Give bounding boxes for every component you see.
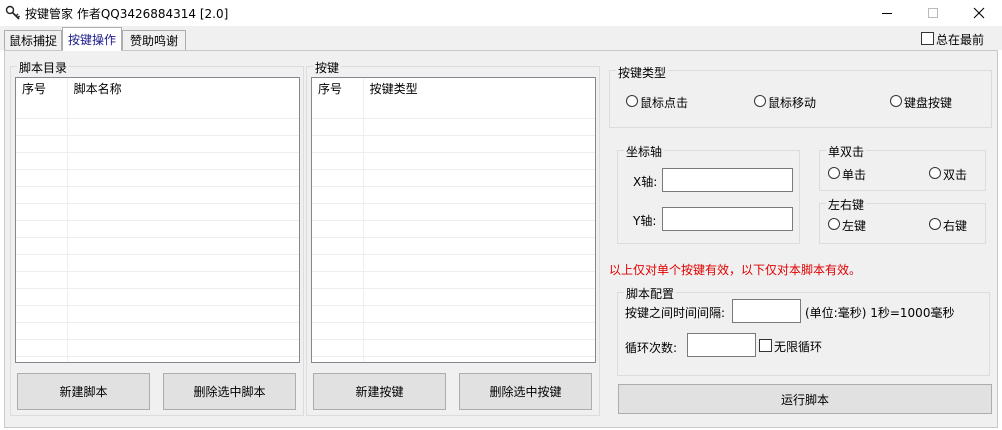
maximize-button[interactable] — [910, 0, 956, 26]
radio-right-button[interactable] — [929, 218, 941, 230]
key-app-icon — [5, 5, 21, 21]
new-script-button[interactable]: 新建脚本 — [17, 373, 150, 410]
radio-single-click-label: 单击 — [842, 168, 867, 182]
y-axis-label: Y轴: — [633, 214, 657, 228]
close-icon — [973, 7, 985, 19]
new-key-button[interactable]: 新建按键 — [313, 373, 446, 410]
interval-unit-label: (单位:毫秒) 1秒=1000毫秒 — [805, 306, 955, 320]
radio-mouse-click[interactable] — [626, 95, 638, 107]
radio-single-click[interactable] — [828, 167, 840, 179]
radio-double-click[interactable] — [929, 167, 941, 179]
y-axis-input[interactable] — [662, 207, 793, 231]
key-type-title: 按键类型 — [616, 64, 669, 81]
column-header-key-type[interactable]: 按键类型 — [364, 78, 595, 102]
minimize-icon — [882, 13, 892, 14]
scope-notice: 以上仅对单个按键有效，以下仅对本脚本有效。 — [609, 263, 862, 277]
coordinates-title: 坐标轴 — [624, 143, 665, 160]
window-title: 按键管家 作者QQ3426884314 [2.0] — [25, 7, 229, 21]
column-divider — [363, 78, 364, 362]
script-list-rows — [16, 102, 299, 362]
radio-right-button-label: 右键 — [943, 219, 968, 233]
always-on-top-label: 总在最前 — [936, 33, 985, 47]
script-config-title: 脚本配置 — [624, 285, 677, 302]
mouse-button-title: 左右键 — [826, 196, 867, 213]
radio-mouse-click-label: 鼠标点击 — [640, 96, 689, 110]
x-axis-input[interactable] — [662, 168, 793, 192]
key-list[interactable]: 序号 按键类型 — [311, 77, 596, 363]
script-directory-title: 脚本目录 — [17, 59, 70, 76]
tab-key-operation[interactable]: 按键操作 — [62, 27, 122, 51]
radio-mouse-move[interactable] — [754, 95, 766, 107]
keys-title: 按键 — [313, 59, 342, 76]
tab-sponsors[interactable]: 赞助鸣谢 — [122, 30, 186, 50]
infinite-loop-checkbox[interactable] — [759, 339, 772, 352]
script-list[interactable]: 序号 脚本名称 — [15, 77, 300, 363]
tab-mouse-capture[interactable]: 鼠标捕捉 — [4, 30, 62, 50]
maximize-icon — [928, 8, 938, 18]
loop-count-label: 循环次数: — [625, 341, 678, 355]
column-header-index[interactable]: 序号 — [16, 78, 68, 102]
radio-left-button-label: 左键 — [842, 219, 867, 233]
column-header-script-name[interactable]: 脚本名称 — [68, 78, 299, 102]
script-list-header: 序号 脚本名称 — [16, 78, 299, 102]
radio-double-click-label: 双击 — [943, 168, 968, 182]
delete-key-button[interactable]: 删除选中按键 — [459, 373, 592, 410]
minimize-button[interactable] — [864, 0, 910, 26]
x-axis-label: X轴: — [633, 175, 658, 189]
run-script-button[interactable]: 运行脚本 — [618, 384, 992, 414]
radio-keyboard-key-label: 键盘按键 — [904, 96, 953, 110]
delete-script-button[interactable]: 删除选中脚本 — [163, 373, 296, 410]
loop-count-input[interactable] — [687, 333, 756, 357]
infinite-loop-label: 无限循环 — [774, 340, 823, 354]
interval-label: 按键之间时间间隔: — [625, 306, 726, 320]
click-mode-title: 单双击 — [826, 143, 867, 160]
key-list-rows — [312, 102, 595, 362]
interval-input[interactable] — [732, 299, 801, 323]
radio-keyboard-key[interactable] — [890, 95, 902, 107]
radio-mouse-move-label: 鼠标移动 — [768, 96, 817, 110]
key-list-header: 序号 按键类型 — [312, 78, 595, 102]
radio-left-button[interactable] — [828, 218, 840, 230]
close-button[interactable] — [956, 0, 1002, 26]
column-divider — [67, 78, 68, 362]
column-header-index[interactable]: 序号 — [312, 78, 364, 102]
always-on-top-checkbox[interactable] — [921, 32, 934, 45]
